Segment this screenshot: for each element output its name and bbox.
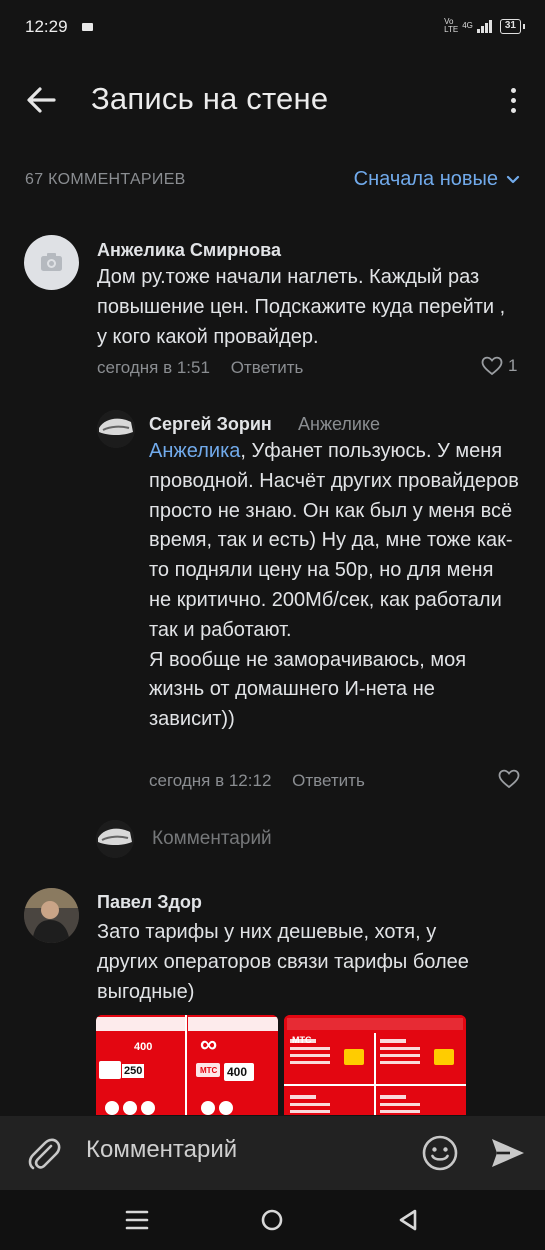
send-icon [492, 1139, 524, 1167]
sort-dropdown[interactable]: Сначала новые [354, 168, 520, 191]
avatar[interactable] [24, 888, 79, 943]
comment-text-body-2: Я вообще не заморачиваюсь, моя жизнь от … [149, 648, 467, 731]
emoji-button[interactable] [420, 1133, 460, 1173]
comment-meta: сегодня в 12:12 Ответить [149, 771, 365, 791]
status-indicators: Vo LTE 4G 31 [444, 18, 526, 34]
reply-button[interactable]: Ответить [231, 358, 304, 378]
battery-level: 31 [504, 19, 516, 31]
tariff-label-a: 400 [134, 1041, 153, 1053]
triangle-back-icon [399, 1209, 417, 1231]
app-header: Запись на стене [0, 56, 545, 142]
more-button[interactable] [503, 80, 523, 120]
attachment-images: 400 250 ∞ МТС 400 МТС [96, 1015, 466, 1115]
sort-label: Сначала новые [353, 168, 498, 190]
arrow-left-icon [27, 87, 56, 113]
avatar[interactable] [24, 235, 79, 290]
tariff-infinity: ∞ [200, 1031, 218, 1058]
network-type-indicator: 4G [462, 22, 473, 30]
battery-icon: 31 [499, 18, 526, 34]
avatar-image [96, 820, 134, 858]
status-time: 12:29 [25, 17, 68, 36]
comment-text-body: , Уфанет пользуюсь. У меня проводной. На… [149, 440, 519, 641]
avatar-image [24, 888, 79, 943]
comment: Павел Здор Зато тарифы у них дешевые, хо… [0, 880, 545, 1010]
home-circle-icon [261, 1209, 283, 1231]
attachment-image[interactable]: 400 250 ∞ МТС 400 [96, 1015, 278, 1115]
tariff-brand: МТС [292, 1035, 312, 1045]
reply-input-row[interactable]: Комментарий [96, 820, 396, 860]
compose-bar: Комментарий [0, 1116, 545, 1190]
nav-menu-button[interactable] [119, 1204, 155, 1236]
comment-meta: сегодня в 1:51 Ответить [97, 358, 303, 378]
comment-text: Анжелика, Уфанет пользуюсь. У меня прово… [149, 437, 519, 735]
tariff-brand: МТС [200, 1066, 218, 1075]
lte-label: LTE [444, 25, 459, 34]
heart-icon [481, 356, 503, 376]
mention-link[interactable]: Анжелика [149, 440, 240, 462]
page-title: Запись на стене [91, 81, 329, 116]
notification-icon [82, 23, 93, 31]
menu-icon [125, 1210, 149, 1230]
chevron-down-icon [506, 175, 520, 183]
comment: Анжелика Смирнова Дом ру.тоже начали наг… [0, 225, 545, 385]
nav-back-button[interactable] [390, 1204, 426, 1236]
signal-icon [476, 19, 492, 33]
like-button[interactable] [498, 769, 520, 789]
avatar[interactable] [97, 410, 135, 448]
comment-time: сегодня в 12:12 [149, 771, 272, 790]
paperclip-icon [28, 1138, 61, 1170]
back-button[interactable] [22, 80, 62, 120]
camera-icon [41, 253, 62, 271]
avatar-image [97, 410, 135, 448]
like-button[interactable]: 1 [481, 356, 517, 376]
comments-bar: 67 КОММЕНТАРИЕВ Сначала новые [0, 158, 545, 202]
comments-count: 67 КОММЕНТАРИЕВ [25, 171, 186, 188]
tariff-grid-image [284, 1015, 466, 1115]
network-type-label: 4G [462, 21, 473, 30]
comment-text: Дом ру.тоже начали наглеть. Каждый раз п… [97, 266, 506, 348]
reply-input[interactable]: Комментарий [152, 828, 272, 850]
comment-text: Зато тарифы у них дешевые, хотя, у други… [97, 921, 469, 1003]
attachment-image[interactable]: МТС [284, 1015, 466, 1115]
comment-author[interactable]: Павел Здор [97, 892, 202, 913]
my-avatar [96, 820, 134, 858]
smile-icon [422, 1135, 458, 1171]
reply-to-label[interactable]: Анжелике [298, 414, 380, 435]
comment-time: сегодня в 1:51 [97, 358, 210, 377]
compose-input[interactable]: Комментарий [86, 1136, 237, 1164]
reply-button[interactable]: Ответить [292, 771, 365, 791]
comment-reply: Сергей Зорин Анжелике Анжелика, Уфанет п… [0, 400, 545, 800]
send-button[interactable] [488, 1133, 528, 1173]
status-bar: 12:29 Vo LTE 4G 31 [0, 0, 545, 56]
comment-author[interactable]: Анжелика Смирнова [97, 240, 281, 261]
attach-button[interactable] [24, 1133, 64, 1173]
volte-indicator: Vo LTE [444, 18, 458, 34]
nav-home-button[interactable] [254, 1204, 290, 1236]
tariff-label-c: 400 [227, 1065, 248, 1079]
tariff-label-b: 250 [122, 1064, 145, 1078]
like-count: 1 [508, 356, 518, 375]
system-nav-bar [0, 1190, 545, 1250]
more-vertical-icon [510, 87, 516, 93]
comment-author[interactable]: Сергей Зорин [149, 414, 272, 435]
heart-icon [498, 769, 520, 789]
